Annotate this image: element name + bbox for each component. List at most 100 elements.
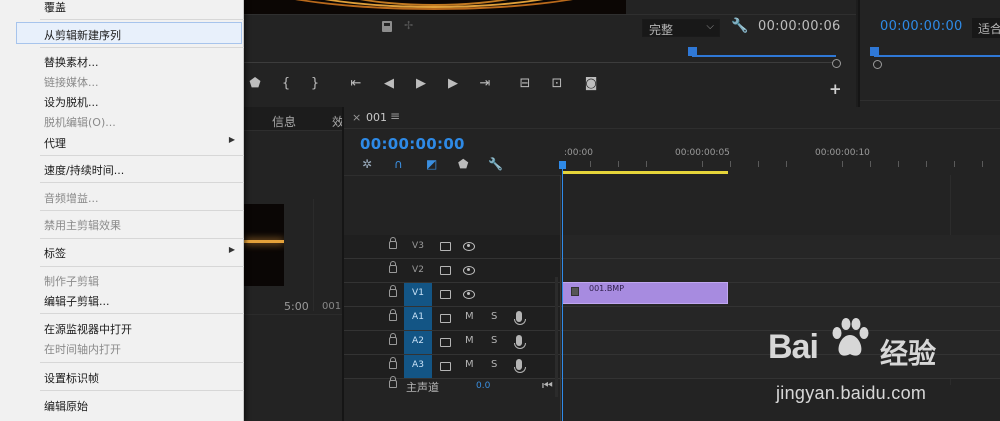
menu-item-open-in-source-monitor[interactable]: 在源监视器中打开 xyxy=(0,317,244,339)
solo-button[interactable]: S xyxy=(491,359,497,370)
timeline-timecode[interactable]: 00:00:00:00 xyxy=(360,135,465,153)
sync-lock-icon[interactable] xyxy=(440,242,451,251)
menu-item-label: 禁用主剪辑效果 xyxy=(44,219,121,232)
ruler-tick xyxy=(590,161,591,167)
step-forward-icon[interactable]: ▶ xyxy=(444,76,462,91)
master-volume[interactable]: 0.0 xyxy=(476,381,490,391)
track-name[interactable]: V2 xyxy=(406,263,430,279)
close-icon[interactable]: × xyxy=(352,111,361,124)
track-header xyxy=(344,259,560,282)
marker-icon[interactable]: ⬟ xyxy=(246,76,264,91)
menu-item-set-poster-frame[interactable]: 设置标识帧 xyxy=(0,366,244,388)
step-back-icon[interactable]: ◀ xyxy=(380,76,398,91)
sync-lock-icon[interactable] xyxy=(440,338,451,347)
menu-item-replace-footage[interactable]: 替换素材... xyxy=(0,50,244,72)
tab-sequence[interactable]: 001 xyxy=(366,111,387,124)
add-marker-icon[interactable]: ⬟ xyxy=(458,157,468,171)
mute-button[interactable]: M xyxy=(465,311,474,322)
nest-icon[interactable]: ✲ xyxy=(362,157,372,171)
menu-item-audio-gain[interactable]: 音频增益... xyxy=(0,186,244,208)
microphone-icon[interactable] xyxy=(514,311,526,325)
overwrite-icon[interactable]: ⊡ xyxy=(548,76,566,91)
track-name[interactable]: V3 xyxy=(406,239,430,255)
menu-item-make-offline[interactable]: 设为脱机... xyxy=(0,90,244,112)
lock-icon[interactable] xyxy=(389,309,397,321)
sync-lock-icon[interactable] xyxy=(440,314,451,323)
go-to-end-icon[interactable]: ⏮ xyxy=(542,378,553,393)
go-to-in-icon[interactable]: ⇤ xyxy=(347,76,365,91)
menu-item-label: 设置标识帧 xyxy=(44,372,99,385)
microphone-icon[interactable] xyxy=(514,335,526,349)
ruler-label: :00:00 xyxy=(564,148,593,158)
menu-item-edit-offline[interactable]: 脱机编辑(O)... xyxy=(0,110,244,132)
work-area-bar[interactable] xyxy=(562,171,728,174)
ruler-tick xyxy=(954,161,955,167)
lock-icon[interactable] xyxy=(389,285,397,297)
mark-in-icon[interactable]: { xyxy=(277,76,295,91)
menu-item-label: 编辑原始 xyxy=(44,400,88,413)
add-button[interactable]: + xyxy=(829,80,842,98)
lock-icon[interactable] xyxy=(389,357,397,369)
source-patch-v1[interactable]: V1 xyxy=(404,283,432,306)
source-patch-a1[interactable]: A1 xyxy=(404,307,432,330)
menu-item-label: 音频增益... xyxy=(44,192,99,205)
lock-icon[interactable] xyxy=(389,261,397,273)
lock-icon[interactable] xyxy=(389,237,397,249)
snap-icon[interactable]: ∩ xyxy=(394,157,403,171)
sync-lock-icon[interactable] xyxy=(440,362,451,371)
menu-item-proxy[interactable]: 代理 ▶ xyxy=(0,131,244,153)
menu-item-speed-duration[interactable]: 速度/持续时间... xyxy=(0,158,244,180)
eye-icon[interactable] xyxy=(463,242,475,251)
ruler-tick xyxy=(702,161,703,167)
source-timecode[interactable]: 00:00:00:00 xyxy=(880,19,963,34)
master-label: 主声道 xyxy=(406,381,439,394)
menu-item-link-media[interactable]: 链接媒体... xyxy=(0,70,244,92)
clip-thumbnail[interactable] xyxy=(244,204,284,286)
sync-lock-icon[interactable] xyxy=(440,266,451,275)
zoom-end-handle[interactable] xyxy=(873,60,882,69)
solo-button[interactable]: S xyxy=(491,311,497,322)
sync-lock-icon[interactable] xyxy=(440,290,451,299)
menu-item-make-subclip[interactable]: 制作子剪辑 xyxy=(0,269,244,291)
scrollbar[interactable] xyxy=(555,277,558,397)
menu-separator xyxy=(40,155,244,156)
menu-item-edit-subclip[interactable]: 编辑子剪辑... xyxy=(0,289,244,311)
solo-button[interactable]: S xyxy=(491,335,497,346)
track-lane[interactable] xyxy=(561,259,1000,282)
eye-icon[interactable] xyxy=(463,266,475,275)
menu-separator xyxy=(40,390,244,391)
go-to-out-icon[interactable]: ⇥ xyxy=(476,76,494,91)
menu-item-disable-master-clip-effects[interactable]: 禁用主剪辑效果 xyxy=(0,213,244,235)
insert-icon[interactable]: ⊟ xyxy=(516,76,534,91)
tab-info[interactable]: 信息 xyxy=(272,113,296,130)
save-frame-icon[interactable] xyxy=(382,21,392,32)
wrench-icon[interactable]: 🔧 xyxy=(488,157,503,171)
mark-out-icon[interactable]: } xyxy=(306,76,324,91)
menu-item-new-sequence-from-clip[interactable]: 从剪辑新建序列 xyxy=(16,22,242,44)
zoom-scrollbar[interactable] xyxy=(692,55,836,57)
menu-item-edit-original[interactable]: 编辑原始 xyxy=(0,394,244,416)
menu-item-open-in-timeline[interactable]: 在时间轴内打开 xyxy=(0,337,244,359)
lock-icon[interactable] xyxy=(389,376,397,388)
lock-icon[interactable] xyxy=(389,333,397,345)
eye-icon[interactable] xyxy=(463,290,475,299)
playback-resolution-select[interactable]: 完整 ⌵ xyxy=(642,19,720,37)
track-lane[interactable] xyxy=(561,235,1000,258)
mute-button[interactable]: M xyxy=(465,359,474,370)
mute-button[interactable]: M xyxy=(465,335,474,346)
camera-icon[interactable]: ◙ xyxy=(582,76,600,91)
microphone-icon[interactable] xyxy=(514,359,526,373)
menu-item-overwrite[interactable]: 覆盖 xyxy=(0,0,244,17)
source-patch-a2[interactable]: A2 xyxy=(404,331,432,354)
menu-item-label-color[interactable]: 标签 ▶ xyxy=(0,241,244,263)
linked-selection-icon[interactable]: ◩ xyxy=(426,157,437,171)
ruler-tick xyxy=(898,161,899,167)
timeline-clip[interactable]: 001.BMP xyxy=(562,282,728,304)
play-icon[interactable]: ▶ xyxy=(412,76,430,91)
zoom-scrollbar[interactable] xyxy=(874,55,1000,57)
fit-select[interactable]: 适合 xyxy=(972,18,1000,38)
wrench-icon[interactable]: 🔧 xyxy=(731,18,748,34)
zoom-end-handle[interactable] xyxy=(832,59,841,68)
menu-separator xyxy=(40,313,244,314)
panel-menu-icon[interactable]: ≡ xyxy=(390,109,400,123)
